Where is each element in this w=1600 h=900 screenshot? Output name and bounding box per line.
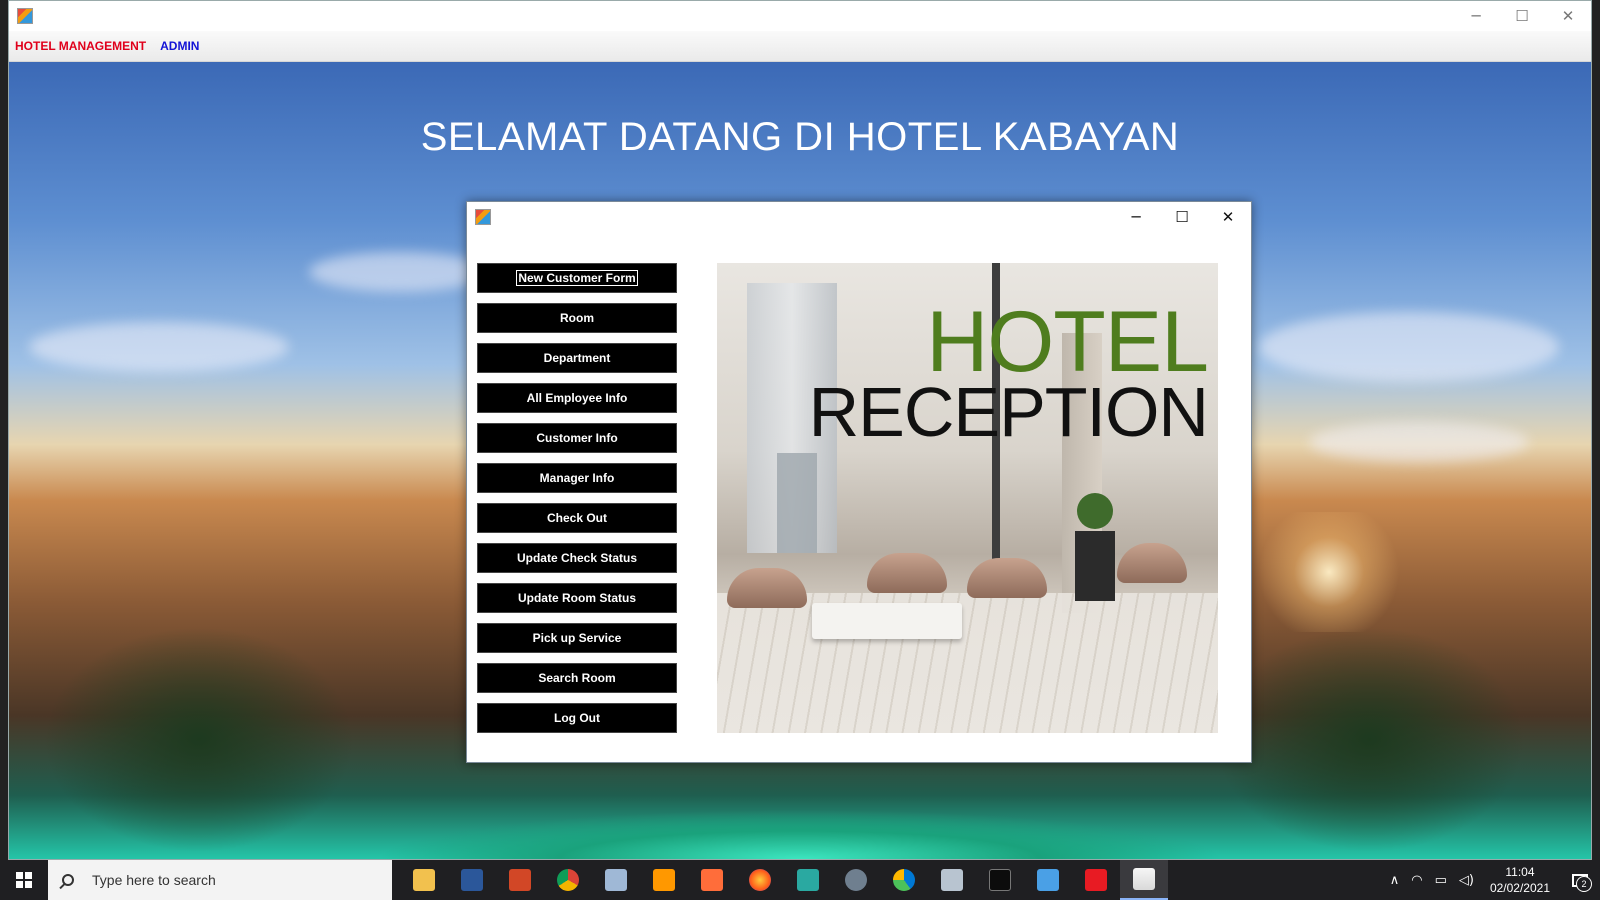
clock[interactable]: 11:04 02/02/2021 <box>1490 864 1550 896</box>
hotel-reception-image: HOTEL RECEPTION <box>717 263 1218 733</box>
app-person-icon[interactable] <box>832 860 880 900</box>
firefox-icon[interactable] <box>736 860 784 900</box>
image-title-reception: RECEPTION <box>808 373 1209 451</box>
menu-admin[interactable]: ADMIN <box>160 39 199 53</box>
update-room-status-button[interactable]: Update Room Status <box>477 583 677 613</box>
taskbar: Type here to search ∧ ◠ ▭ ◁) 11:04 02/02… <box>0 860 1600 900</box>
new-customer-form-button[interactable]: New Customer Form <box>477 263 677 293</box>
search-icon <box>62 874 74 886</box>
update-check-status-button[interactable]: Update Check Status <box>477 543 677 573</box>
clock-time: 11:04 <box>1505 865 1535 879</box>
dialog-close-button[interactable]: ✕ <box>1205 202 1251 232</box>
app-monitor-icon[interactable] <box>928 860 976 900</box>
log-out-button[interactable]: Log Out <box>477 703 677 733</box>
java-app-icon <box>17 8 33 24</box>
image-pot <box>1075 531 1115 601</box>
powerpoint-icon[interactable] <box>496 860 544 900</box>
app-orange-icon[interactable] <box>688 860 736 900</box>
room-button[interactable]: Room <box>477 303 677 333</box>
dialog-titlebar: ─ ☐ ✕ <box>467 202 1251 232</box>
minimize-button[interactable]: ─ <box>1453 1 1499 31</box>
app-cube-icon[interactable] <box>592 860 640 900</box>
notification-count-badge: 2 <box>1576 876 1592 892</box>
image-chair <box>727 568 807 608</box>
installer-icon[interactable] <box>784 860 832 900</box>
image-floor <box>717 593 1218 733</box>
pick-up-service-button[interactable]: Pick up Service <box>477 623 677 653</box>
dialog-window-controls: ─ ☐ ✕ <box>1113 202 1251 232</box>
all-employee-info-button[interactable]: All Employee Info <box>477 383 677 413</box>
cloud <box>1259 312 1559 382</box>
cloud <box>309 252 489 292</box>
cloud <box>29 322 289 372</box>
main-window: ─ ☐ ✕ HOTEL MANAGEMENT ADMIN SELAMAT DAT… <box>8 0 1592 860</box>
taskbar-search[interactable]: Type here to search <box>48 860 392 900</box>
wifi-icon[interactable]: ◠ <box>1411 873 1422 888</box>
control-panel-icon[interactable] <box>1024 860 1072 900</box>
customer-info-button[interactable]: Customer Info <box>477 423 677 453</box>
main-window-controls: ─ ☐ ✕ <box>1453 1 1591 31</box>
sun-glow <box>1249 512 1409 632</box>
system-tray: ∧ ◠ ▭ ◁) 11:04 02/02/2021 2 <box>1384 860 1600 900</box>
image-chair <box>1117 543 1187 583</box>
battery-icon[interactable]: ▭ <box>1435 873 1447 888</box>
search-placeholder: Type here to search <box>92 872 216 888</box>
image-chair <box>867 553 947 593</box>
main-titlebar: ─ ☐ ✕ <box>9 1 1591 31</box>
java-app-icon <box>475 209 491 225</box>
reception-menu-buttons: New Customer Form Room Department All Em… <box>477 263 677 743</box>
volume-icon[interactable]: ◁) <box>1459 873 1474 888</box>
edge-icon[interactable] <box>880 860 928 900</box>
windows-logo-icon <box>16 872 32 888</box>
clock-date: 02/02/2021 <box>1489 881 1550 895</box>
sublime-icon[interactable] <box>640 860 688 900</box>
dialog-maximize-button[interactable]: ☐ <box>1159 202 1205 232</box>
search-room-button[interactable]: Search Room <box>477 663 677 693</box>
word-icon[interactable] <box>448 860 496 900</box>
file-explorer-icon[interactable] <box>400 860 448 900</box>
cloud <box>1309 422 1529 462</box>
manager-info-button[interactable]: Manager Info <box>477 463 677 493</box>
dialog-minimize-button[interactable]: ─ <box>1113 202 1159 232</box>
terminal-icon[interactable] <box>976 860 1024 900</box>
start-button[interactable] <box>0 860 48 900</box>
close-button[interactable]: ✕ <box>1545 1 1591 31</box>
chrome-icon[interactable] <box>544 860 592 900</box>
notification-center-button[interactable]: 2 <box>1560 860 1600 900</box>
menubar: HOTEL MANAGEMENT ADMIN <box>9 31 1591 62</box>
welcome-heading: SELAMAT DATANG DI HOTEL KABAYAN <box>420 115 1180 159</box>
department-button[interactable]: Department <box>477 343 677 373</box>
image-table <box>812 603 962 639</box>
taskbar-apps <box>400 860 1168 900</box>
image-plant <box>1077 493 1113 529</box>
acrobat-icon[interactable] <box>1072 860 1120 900</box>
maximize-button[interactable]: ☐ <box>1499 1 1545 31</box>
reception-dialog: ─ ☐ ✕ New Customer Form Room Department … <box>466 201 1252 763</box>
menu-hotel-management[interactable]: HOTEL MANAGEMENT <box>15 39 146 53</box>
image-chair <box>967 558 1047 598</box>
image-building <box>777 453 817 553</box>
java-icon[interactable] <box>1120 860 1168 900</box>
chevron-up-icon[interactable]: ∧ <box>1390 873 1400 888</box>
check-out-button[interactable]: Check Out <box>477 503 677 533</box>
